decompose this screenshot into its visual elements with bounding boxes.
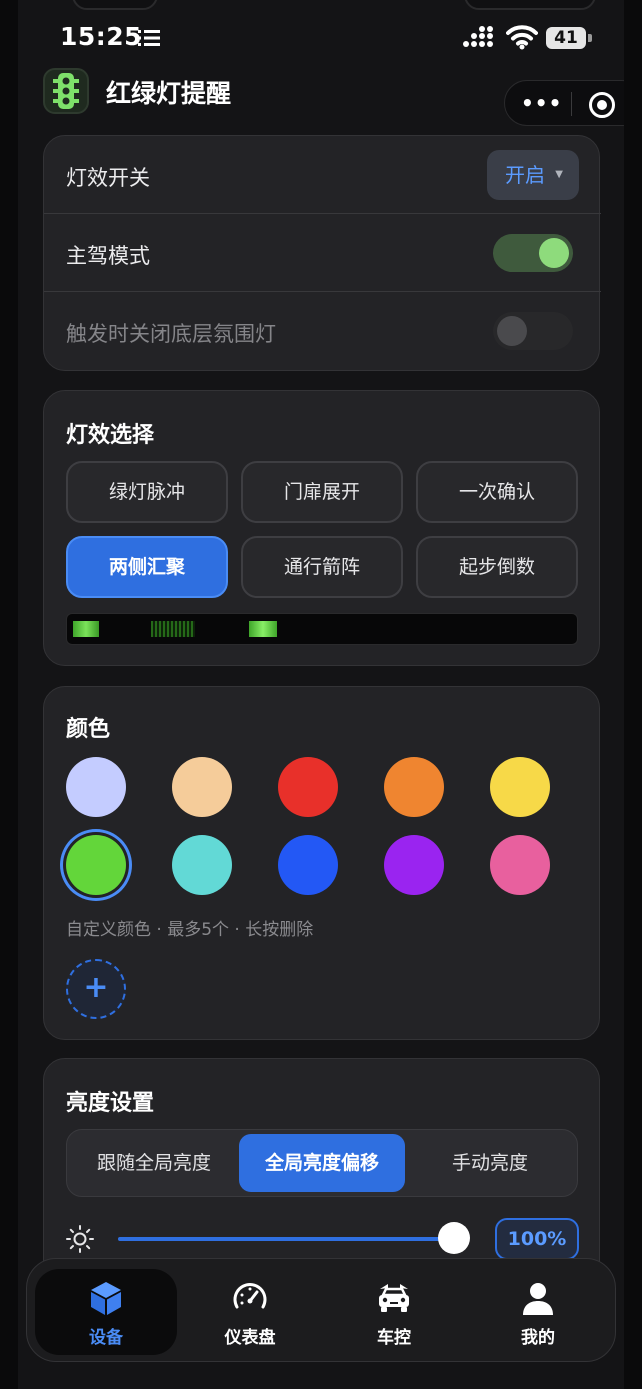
battery-indicator: 41 bbox=[546, 27, 586, 49]
tab-label: 我的 bbox=[521, 1328, 555, 1348]
toggle-knob bbox=[497, 316, 527, 346]
effect-option[interactable]: 起步倒数 bbox=[416, 536, 578, 598]
effect-option[interactable]: 一次确认 bbox=[416, 461, 578, 523]
color-swatch[interactable] bbox=[278, 757, 338, 817]
effects-card: 灯效选择 绿灯脉冲 门扉展开 一次确认 两侧汇聚 通行箭阵 起步倒数 bbox=[43, 390, 600, 666]
preview-glow bbox=[151, 621, 195, 637]
more-icon[interactable]: ••• bbox=[521, 91, 562, 115]
effect-switch-label: 灯效开关 bbox=[66, 166, 150, 190]
effect-switch-value: 开启 bbox=[505, 163, 545, 187]
effect-option[interactable]: 门扉展开 bbox=[241, 461, 403, 523]
effect-switch-row: 灯效开关 开启 ▼ bbox=[44, 136, 601, 214]
sun-icon bbox=[66, 1225, 94, 1253]
color-swatch[interactable] bbox=[490, 835, 550, 895]
signal-icon bbox=[463, 26, 493, 47]
effects-title: 灯效选择 bbox=[66, 423, 155, 448]
tab-profile[interactable]: 我的 bbox=[467, 1269, 609, 1355]
ambient-off-label: 触发时关闭底层氛围灯 bbox=[66, 322, 276, 346]
brightness-value-input[interactable]: 100% bbox=[495, 1218, 579, 1260]
car-icon bbox=[379, 1284, 409, 1312]
color-swatch[interactable] bbox=[384, 835, 444, 895]
colors-card: 颜色 自定义颜色 · 最多5个 · 长按删除 + bbox=[43, 686, 600, 1040]
preview-glow bbox=[73, 621, 99, 637]
switch-settings-card: 灯效开关 开启 ▼ 主驾模式 触发时关闭底层氛围灯 bbox=[43, 135, 601, 371]
tab-label: 车控 bbox=[377, 1328, 411, 1348]
user-icon bbox=[523, 1283, 553, 1315]
effect-preview-strip bbox=[66, 613, 578, 645]
brightness-title: 亮度设置 bbox=[66, 1091, 155, 1116]
tab-device[interactable]: 设备 bbox=[35, 1269, 177, 1355]
driver-mode-toggle[interactable] bbox=[493, 234, 573, 272]
mini-program-capsule: ••• bbox=[504, 80, 624, 126]
capsule-divider bbox=[571, 92, 572, 116]
tab-vehicle-control[interactable]: 车控 bbox=[323, 1269, 465, 1355]
effect-option-selected[interactable]: 两侧汇聚 bbox=[66, 536, 228, 598]
brightness-slider-handle[interactable] bbox=[438, 1222, 470, 1254]
wifi-icon bbox=[506, 25, 538, 50]
caret-down-icon: ▼ bbox=[555, 169, 563, 180]
status-bar: 15:25 41 bbox=[18, 0, 624, 70]
colors-title: 颜色 bbox=[66, 717, 111, 742]
gauge-icon bbox=[233, 1283, 267, 1309]
traffic-light-icon bbox=[43, 68, 89, 114]
effect-switch-select[interactable]: 开启 ▼ bbox=[487, 150, 579, 200]
driver-mode-label: 主驾模式 bbox=[66, 244, 150, 268]
app-title: 红绿灯提醒 bbox=[106, 79, 232, 108]
toggle-knob bbox=[539, 238, 569, 268]
top-pill bbox=[464, 0, 596, 10]
tab-dashboard[interactable]: 仪表盘 bbox=[179, 1269, 321, 1355]
add-color-button[interactable]: + bbox=[66, 959, 126, 1019]
app-screen: 15:25 41 红绿灯提醒 ••• 灯效开关 开启 ▼ 主驾模式 触发时关闭底… bbox=[18, 0, 624, 1389]
list-icon bbox=[138, 30, 160, 46]
effect-option[interactable]: 通行箭阵 bbox=[241, 536, 403, 598]
status-time: 15:25 bbox=[60, 22, 143, 51]
ambient-off-row: 触发时关闭底层氛围灯 bbox=[44, 292, 601, 370]
custom-color-hint: 自定义颜色 · 最多5个 · 长按删除 bbox=[66, 920, 314, 940]
color-swatch[interactable] bbox=[66, 757, 126, 817]
cube-icon bbox=[91, 1282, 121, 1315]
color-swatch[interactable] bbox=[278, 835, 338, 895]
driver-mode-row: 主驾模式 bbox=[44, 214, 601, 292]
preview-glow bbox=[249, 621, 277, 637]
battery-tip bbox=[588, 34, 592, 42]
color-swatch[interactable] bbox=[490, 757, 550, 817]
brightness-mode-segment: 跟随全局亮度 全局亮度偏移 手动亮度 bbox=[66, 1129, 578, 1197]
ambient-off-toggle[interactable] bbox=[493, 312, 573, 350]
brightness-mode-option-selected[interactable]: 全局亮度偏移 bbox=[239, 1134, 405, 1192]
bottom-tab-bar: 设备 仪表盘 车控 我的 bbox=[26, 1258, 616, 1362]
tab-label: 仪表盘 bbox=[224, 1328, 276, 1348]
color-swatch[interactable] bbox=[172, 835, 232, 895]
brightness-mode-option[interactable]: 跟随全局亮度 bbox=[71, 1134, 237, 1192]
color-swatch-selected[interactable] bbox=[66, 835, 126, 895]
close-target-icon[interactable] bbox=[589, 92, 615, 118]
color-swatch[interactable] bbox=[172, 757, 232, 817]
tab-label: 设备 bbox=[89, 1328, 123, 1348]
brightness-slider-track[interactable] bbox=[118, 1237, 456, 1241]
effect-option[interactable]: 绿灯脉冲 bbox=[66, 461, 228, 523]
brightness-mode-option[interactable]: 手动亮度 bbox=[407, 1134, 573, 1192]
top-pill bbox=[72, 0, 158, 10]
color-swatch[interactable] bbox=[384, 757, 444, 817]
